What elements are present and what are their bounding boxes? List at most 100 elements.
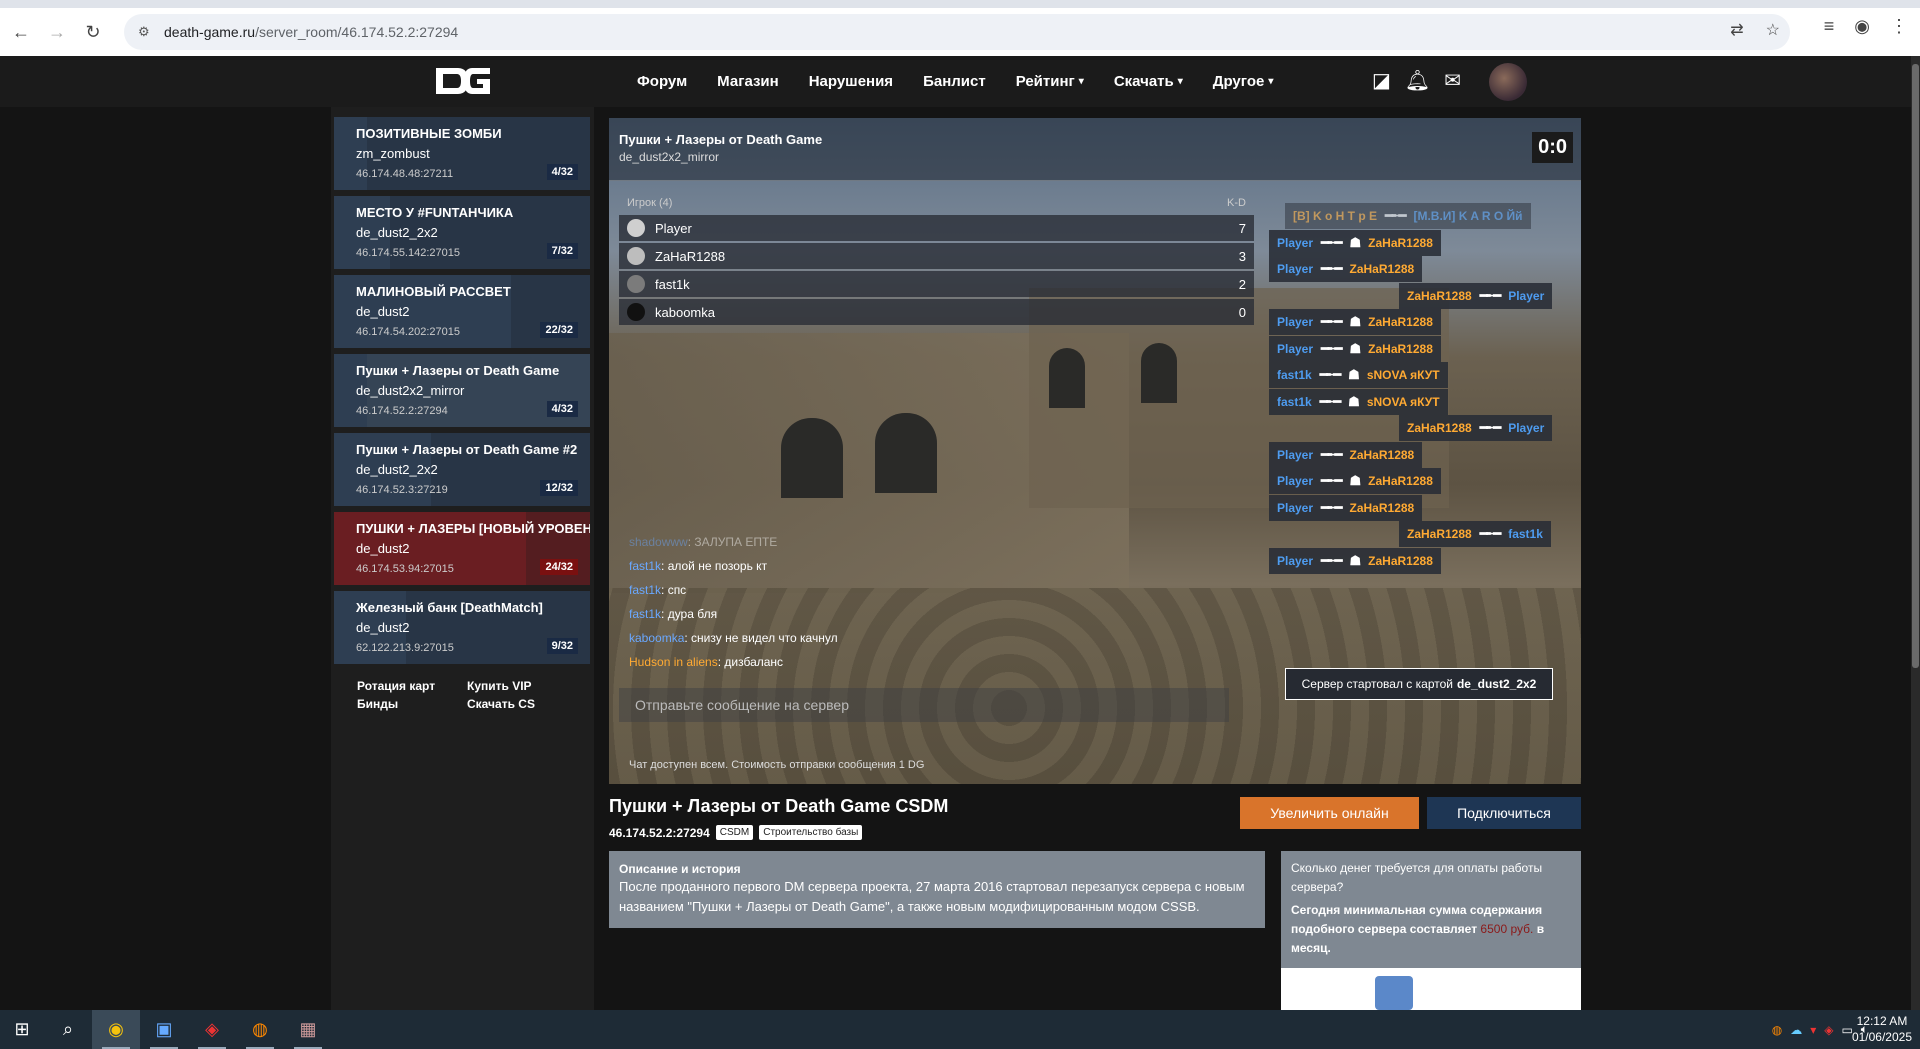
kill-entry: ZaHaR1288 ━╾━ fast1k <box>1399 521 1551 547</box>
nav-rating[interactable]: Рейтинг ▾ <box>1016 73 1084 90</box>
server-name: ПУШКИ + ЛАЗЕРЫ [НОВЫЙ УРОВЕНЬ] <box>356 521 590 536</box>
inbox-icon[interactable]: ◪ <box>1372 68 1391 93</box>
menu-icon[interactable]: ⋮ <box>1890 16 1908 37</box>
server-card[interactable]: МАЛИНОВЫЙ РАССВЕТ de_dust2 46.174.54.202:2… <box>334 275 590 348</box>
description-text: После проданного первого DM сервера прое… <box>619 879 1245 914</box>
media-icon[interactable]: ≡ <box>1824 16 1835 37</box>
search-icon[interactable]: ⌕ <box>44 1010 92 1049</box>
address-bar[interactable]: ⚙ death-game.ru/server_room/46.174.52.2:… <box>124 14 1790 50</box>
player-name: Player <box>655 220 692 236</box>
nav-label: Нарушения <box>808 73 894 90</box>
link-download-cs[interactable]: Скачать CS <box>467 697 577 711</box>
url-path: /server_room/46.174.52.2:27294 <box>255 24 459 40</box>
chevron-down-icon: ▾ <box>1177 76 1183 87</box>
chat-nick[interactable]: fast1k <box>629 607 661 621</box>
player-row[interactable]: fast1k 2 <box>619 271 1254 297</box>
chat-input[interactable]: Отправьте сообщение на сервер <box>619 688 1229 722</box>
nav-label: Рейтинг <box>1015 73 1075 90</box>
server-map: de_dust2 <box>356 620 410 635</box>
server-player-count: 4/32 <box>546 164 578 180</box>
players-count: Игрок (4) <box>627 197 673 209</box>
weapon-icon: ━╾━ <box>1479 420 1502 435</box>
tray-icon[interactable]: ☁ <box>1790 1023 1802 1037</box>
tray-icon[interactable]: ◍ <box>1772 1023 1782 1037</box>
weapon-icon: ━╾━ <box>1321 340 1343 356</box>
victim-name: ZaHaR1288 <box>1368 474 1433 488</box>
server-card[interactable]: ПУШКИ + ЛАЗЕРЫ [НОВЫЙ УРОВЕНЬ] de_dust2 46… <box>334 512 590 585</box>
scrollbar-thumb[interactable] <box>1912 64 1919 668</box>
killer-name: ZaHaR1288 <box>1407 527 1472 541</box>
nav-violations[interactable]: Нарушения <box>809 73 893 90</box>
server-card[interactable]: ПОЗИТИВНЫЕ ЗОМБИ zm_zombust 46.174.48.48:2… <box>334 117 590 190</box>
nav-label: Магазин <box>717 73 779 90</box>
server-card[interactable]: Пушки + Лазеры от Death Game #2 de_dust2_… <box>334 433 590 506</box>
vk-icon[interactable] <box>1375 976 1413 1010</box>
chat-text: алой не позорь кт <box>667 559 768 573</box>
server-ip: 46.174.52.2:27294 <box>356 405 448 417</box>
clock[interactable]: 12:12 AM 01/06/2025 <box>1852 1013 1912 1045</box>
nav-download[interactable]: Скачать ▾ <box>1114 73 1183 90</box>
server-card[interactable]: МЕСТО У #FUNТАНЧИКА de_dust2_2x2 46.174.55… <box>334 196 590 269</box>
kill-entry: Player ━╾━ ☗ ZaHaR1288 <box>1269 229 1441 256</box>
forward-icon[interactable]: → <box>42 17 72 47</box>
nav-forum[interactable]: Форум <box>637 73 687 90</box>
chrome-icon[interactable]: ◉ <box>92 1010 140 1049</box>
kill-entry: Player ━╾━ ZaHaR1288 <box>1269 441 1423 468</box>
page-scrollbar[interactable] <box>1911 56 1920 1010</box>
server-card[interactable]: Пушки + Лазеры от Death Game de_dust2x2_m… <box>334 354 590 427</box>
victim-name: ZaHaR1288 <box>1368 315 1433 329</box>
avatar[interactable] <box>1489 63 1527 101</box>
link-binds[interactable]: Бинды <box>357 697 467 711</box>
killer-name: Player <box>1277 553 1314 568</box>
connect-button[interactable]: Подключиться <box>1427 797 1581 829</box>
profile-icon[interactable]: ◉ <box>1854 16 1870 37</box>
windows-start-icon[interactable]: ⊞ <box>0 1010 44 1049</box>
player-row[interactable]: ZaHaR1288 3 <box>619 243 1254 269</box>
app-icon[interactable]: ◈ <box>188 1010 236 1049</box>
link-map-rotation[interactable]: Ротация карт <box>357 679 467 693</box>
nav-shop[interactable]: Магазин <box>717 73 779 90</box>
victim-name: ZaHaR1288 <box>1349 262 1415 276</box>
mail-icon[interactable]: ✉ <box>1444 68 1461 93</box>
server-card[interactable]: Железный банк [DeathMatch] de_dust2 62.122… <box>334 591 590 664</box>
nav-banlist[interactable]: Банлист <box>923 73 986 90</box>
player-row[interactable]: kaboomka 0 <box>619 299 1254 325</box>
player-row[interactable]: Player 7 <box>619 215 1254 241</box>
back-icon[interactable]: ← <box>6 17 36 47</box>
chat-nick[interactable]: shadowww <box>629 535 688 549</box>
server-player-count: 12/32 <box>540 480 578 496</box>
tray-icon[interactable]: ▾ <box>1810 1023 1816 1037</box>
chevron-down-icon: ▾ <box>1078 76 1084 87</box>
server-ip: 46.174.55.142:27015 <box>356 247 460 259</box>
dg-logo[interactable] <box>432 64 494 98</box>
app-icon[interactable]: ◍ <box>236 1010 284 1049</box>
tray-icon[interactable]: ◈ <box>1824 1023 1833 1037</box>
site-info-icon[interactable]: ⚙ <box>138 24 154 40</box>
translate-icon[interactable]: ⇄ <box>1730 20 1743 40</box>
clock-date: 01/06/2025 <box>1851 1030 1912 1044</box>
chat-nick[interactable]: fast1k <box>629 559 661 573</box>
kill-entry: fast1k ━╾━ ☗ sNOVA яКУТ <box>1269 362 1448 388</box>
bookmark-star-icon[interactable]: ☆ <box>1766 20 1780 40</box>
chat-message: fast1k: спс <box>629 583 687 597</box>
server-name: МАЛИНОВЫЙ РАССВЕТ <box>356 284 511 299</box>
site-header: Форум Магазин Нарушения Банлист Рейтинг ▾… <box>0 56 1920 107</box>
killer-name: Player <box>1277 447 1314 462</box>
headshot-icon: ☗ <box>1349 473 1362 488</box>
chat-nick[interactable]: kaboomka <box>629 631 684 645</box>
chat-note: Чат доступен всем. Стоимость отправки со… <box>629 759 925 771</box>
game-app-icon[interactable]: ▦ <box>284 1010 332 1049</box>
boost-online-button[interactable]: Увеличить онлайн <box>1240 797 1419 829</box>
weapon-icon: ━╾━ <box>1321 314 1343 329</box>
server-ip[interactable]: 46.174.52.2:27294 <box>609 826 710 840</box>
bell-icon[interactable]: 🔔︎ <box>1405 68 1430 93</box>
reload-icon[interactable]: ↻ <box>78 17 108 47</box>
chat-nick[interactable]: fast1k <box>629 583 661 597</box>
nav-other[interactable]: Другое ▾ <box>1213 73 1274 90</box>
link-buy-vip[interactable]: Купить VIP <box>467 679 577 693</box>
kill-entry: [B] K o H T p E ━╾━ [M.B.И] K A R O Йй <box>1285 203 1531 229</box>
app-icon[interactable]: ▣ <box>140 1010 188 1049</box>
killer-name: Player <box>1277 500 1314 515</box>
victim-name: ZaHaR1288 <box>1349 447 1415 462</box>
chat-nick[interactable]: Hudson in aliens <box>629 655 718 669</box>
